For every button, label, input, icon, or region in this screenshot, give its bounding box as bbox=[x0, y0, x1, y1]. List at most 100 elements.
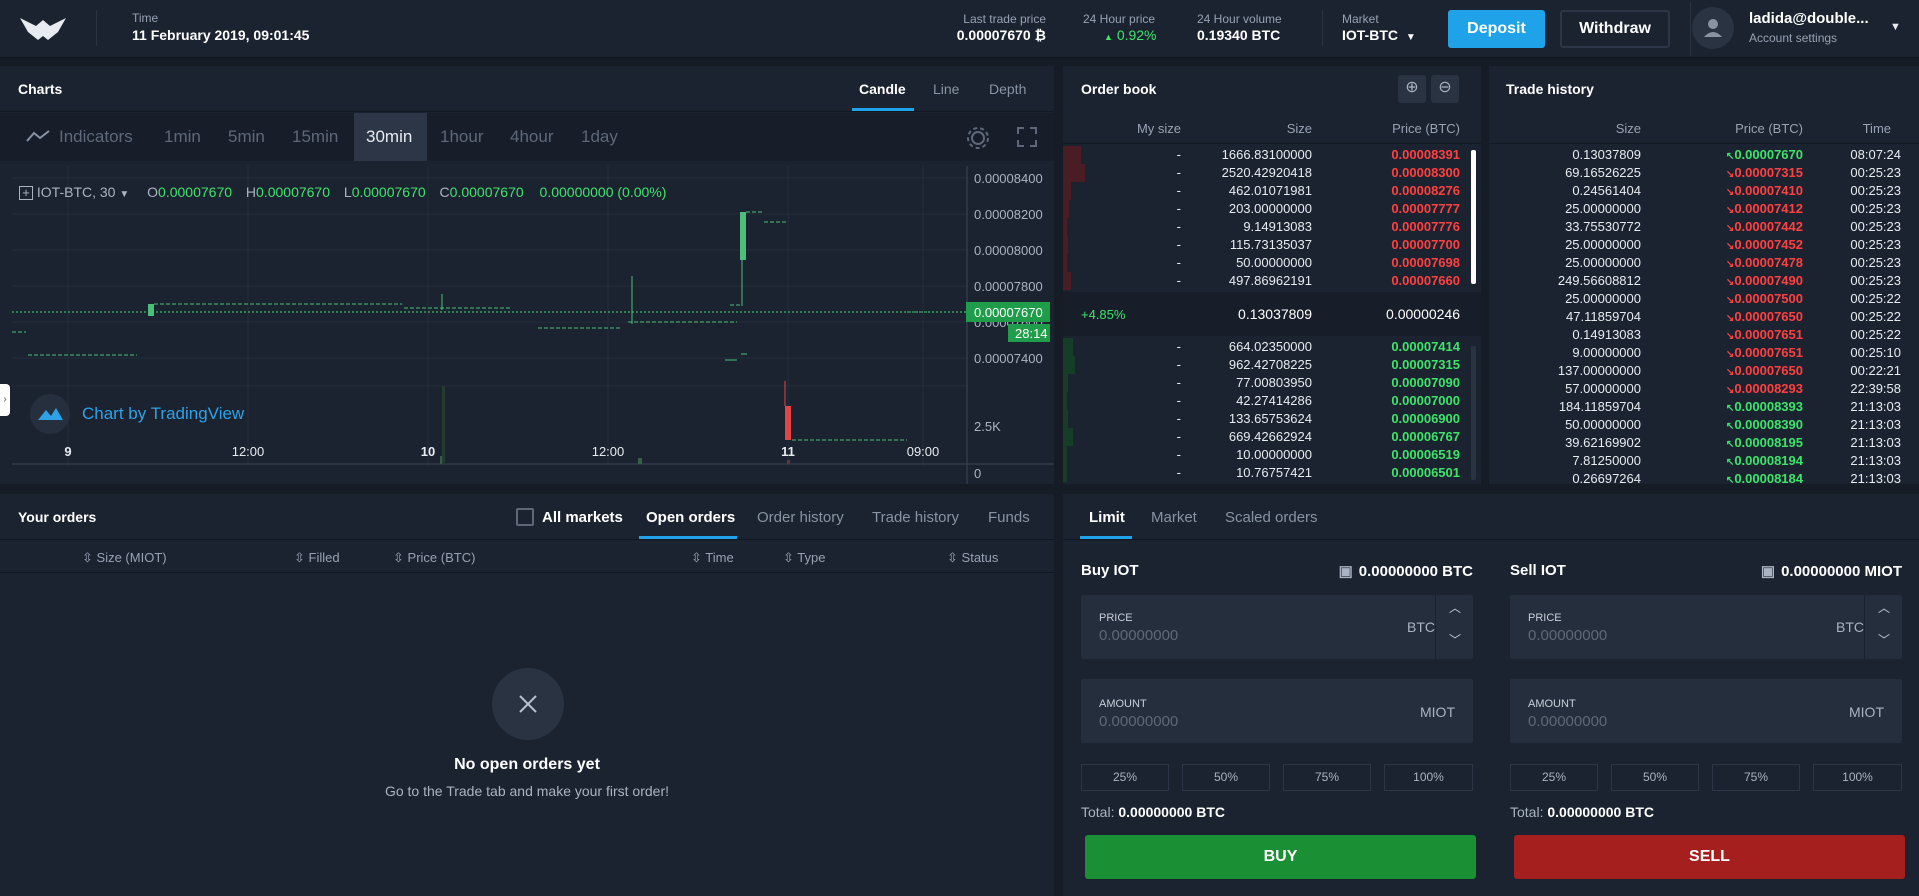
size-cell: 42.27414286 bbox=[1236, 393, 1312, 408]
tab-candle[interactable]: Candle bbox=[859, 81, 906, 97]
orderbook-row[interactable]: - 1666.83100000 0.00008391 bbox=[1063, 146, 1481, 164]
orderbook-row[interactable]: - 2520.42920418 0.00008300 bbox=[1063, 164, 1481, 182]
user-email[interactable]: ladida@double... bbox=[1749, 10, 1879, 27]
chevron-down-icon[interactable]: ﹀ bbox=[1436, 631, 1474, 648]
orderbook-row[interactable]: - 10.00000000 0.00006519 bbox=[1063, 446, 1481, 464]
interval-1min[interactable]: 1min bbox=[164, 127, 201, 147]
zoom-in-icon[interactable]: ⊕ bbox=[1398, 75, 1426, 103]
market-select[interactable]: IOT-BTC ▼ bbox=[1342, 27, 1416, 43]
buy-pct-75[interactable]: 75% bbox=[1283, 764, 1371, 791]
tab-market[interactable]: Market bbox=[1151, 509, 1197, 526]
col-filled-sort[interactable]: ⇳ Filled bbox=[294, 550, 340, 566]
buy-amount-placeholder[interactable]: 0.00000000 bbox=[1099, 713, 1178, 730]
sell-pct-75[interactable]: 75% bbox=[1712, 764, 1800, 791]
scrollbar[interactable] bbox=[1471, 346, 1476, 480]
empty-state-subtitle: Go to the Trade tab and make your first … bbox=[384, 783, 670, 799]
tab-open-orders[interactable]: Open orders bbox=[646, 509, 735, 526]
sell-pct-25[interactable]: 25% bbox=[1510, 764, 1598, 791]
interval-5min[interactable]: 5min bbox=[228, 127, 265, 147]
tab-order-history[interactable]: Order history bbox=[757, 509, 844, 526]
tab-scaled-orders[interactable]: Scaled orders bbox=[1225, 509, 1318, 526]
account-settings-link[interactable]: Account settings bbox=[1749, 31, 1837, 45]
tradingview-logo[interactable] bbox=[30, 394, 70, 434]
legend-symbol[interactable]: IOT-BTC, 30 bbox=[37, 184, 116, 200]
depth-bar bbox=[1063, 254, 1068, 272]
orderbook-row[interactable]: - 42.27414286 0.00007000 bbox=[1063, 392, 1481, 410]
tradingview-link[interactable]: Chart by TradingView bbox=[82, 404, 244, 424]
tab-depth[interactable]: Depth bbox=[989, 81, 1026, 97]
sell-pct-50[interactable]: 50% bbox=[1611, 764, 1699, 791]
orderbook-row[interactable]: - 77.00803950 0.00007090 bbox=[1063, 374, 1481, 392]
chevron-up-icon[interactable]: ︿ bbox=[1865, 599, 1903, 616]
tab-trade-history[interactable]: Trade history bbox=[872, 509, 959, 526]
interval-15min[interactable]: 15min bbox=[292, 127, 338, 147]
close-icon bbox=[519, 695, 537, 713]
indicators-button[interactable]: Indicators bbox=[59, 127, 133, 147]
withdraw-button[interactable]: Withdraw bbox=[1560, 10, 1670, 48]
price-cell: 0.00006900 bbox=[1391, 411, 1460, 426]
orderbook-row[interactable]: - 497.86962191 0.00007660 bbox=[1063, 272, 1481, 290]
fullscreen-icon[interactable] bbox=[1016, 126, 1038, 148]
account-caret-icon[interactable]: ▼ bbox=[1890, 21, 1901, 33]
sell-pct-100[interactable]: 100% bbox=[1813, 764, 1902, 791]
orderbook-row[interactable]: - 462.01071981 0.00008276 bbox=[1063, 182, 1481, 200]
buy-pct-50[interactable]: 50% bbox=[1182, 764, 1270, 791]
interval-4hour[interactable]: 4hour bbox=[510, 127, 553, 147]
avatar[interactable] bbox=[1692, 7, 1734, 49]
tab-limit[interactable]: Limit bbox=[1089, 509, 1125, 526]
buy-pct-100[interactable]: 100% bbox=[1384, 764, 1473, 791]
orderbook-row[interactable]: - 664.02350000 0.00007414 bbox=[1063, 338, 1481, 356]
zoom-out-icon[interactable]: ⊖ bbox=[1431, 75, 1459, 103]
add-symbol-icon[interactable]: + bbox=[19, 186, 33, 200]
buy-amount-field[interactable]: AMOUNT 0.00000000 MIOT bbox=[1081, 679, 1473, 743]
price-chart[interactable]: 0.00008400 0.00008200 0.00008000 0.00007800… bbox=[12, 166, 1054, 484]
col-status-sort[interactable]: ⇳ Status bbox=[947, 550, 998, 566]
interval-30min[interactable]: 30min bbox=[366, 127, 412, 147]
interval-1day[interactable]: 1day bbox=[581, 127, 618, 147]
sell-total: Total: 0.00000000 BTC bbox=[1510, 804, 1654, 820]
orderbook-row[interactable]: - 115.73135037 0.00007700 bbox=[1063, 236, 1481, 254]
buy-price-placeholder[interactable]: 0.00000000 bbox=[1099, 627, 1178, 644]
sell-amount-field[interactable]: AMOUNT 0.00000000 MIOT bbox=[1510, 679, 1902, 743]
orderbook-row[interactable]: - 10.76757421 0.00006501 bbox=[1063, 464, 1481, 482]
trade-price: ↘0.00007412 bbox=[1726, 201, 1803, 216]
buy-button[interactable]: BUY bbox=[1085, 835, 1476, 879]
sell-button[interactable]: SELL bbox=[1514, 835, 1905, 879]
sell-price-stepper[interactable]: ︿ ﹀ bbox=[1864, 595, 1902, 659]
col-time-sort[interactable]: ⇳ Time bbox=[691, 550, 734, 566]
trade-row: 25.00000000 ↘0.00007412 00:25:23 bbox=[1489, 200, 1919, 218]
scrollbar[interactable] bbox=[1471, 150, 1476, 284]
all-markets-label[interactable]: All markets bbox=[542, 509, 623, 526]
orderbook-row[interactable]: - 9.14913083 0.00007776 bbox=[1063, 218, 1481, 236]
chevron-up-icon[interactable]: ︿ bbox=[1436, 599, 1474, 616]
buy-price-stepper[interactable]: ︿ ﹀ bbox=[1435, 595, 1473, 659]
candle bbox=[740, 212, 746, 260]
orderbook-row[interactable]: - 203.00000000 0.00007777 bbox=[1063, 200, 1481, 218]
sell-price-placeholder[interactable]: 0.00000000 bbox=[1528, 627, 1607, 644]
logo-icon[interactable] bbox=[18, 16, 68, 42]
orderbook-row[interactable]: - 50.00000000 0.00007698 bbox=[1063, 254, 1481, 272]
buy-price-field[interactable]: PRICE 0.00000000 BTC ︿ ﹀ bbox=[1081, 595, 1473, 659]
orderbook-row[interactable]: - 669.42662924 0.00006767 bbox=[1063, 428, 1481, 446]
size-cell: 2520.42920418 bbox=[1221, 165, 1312, 180]
orders-panel: Your orders All markets Open orders Orde… bbox=[0, 494, 1054, 896]
gear-icon[interactable] bbox=[965, 125, 991, 151]
sell-amount-placeholder[interactable]: 0.00000000 bbox=[1528, 713, 1607, 730]
chart-side-toggle[interactable]: › bbox=[0, 384, 10, 416]
caret-down-icon[interactable]: ▼ bbox=[119, 189, 129, 200]
orderbook-row[interactable]: - 133.65753624 0.00006900 bbox=[1063, 410, 1481, 428]
col-size-sort[interactable]: ⇳ Size (MIOT) bbox=[82, 550, 167, 566]
col-type-sort[interactable]: ⇳ Type bbox=[783, 550, 825, 566]
col-price-sort[interactable]: ⇳ Price (BTC) bbox=[393, 550, 475, 566]
chevron-down-icon[interactable]: ﹀ bbox=[1865, 631, 1903, 648]
tab-line[interactable]: Line bbox=[933, 81, 959, 97]
my-size-cell: - bbox=[1176, 165, 1181, 180]
all-markets-checkbox[interactable] bbox=[516, 508, 534, 526]
buy-pct-25[interactable]: 25% bbox=[1081, 764, 1169, 791]
tab-funds[interactable]: Funds bbox=[988, 509, 1030, 526]
sell-price-field[interactable]: PRICE 0.00000000 BTC ︿ ﹀ bbox=[1510, 595, 1902, 659]
orderbook-row[interactable]: - 962.42708225 0.00007315 bbox=[1063, 356, 1481, 374]
deposit-button[interactable]: Deposit bbox=[1448, 10, 1545, 48]
interval-1hour[interactable]: 1hour bbox=[440, 127, 483, 147]
sell-total-value: 0.00000000 BTC bbox=[1547, 804, 1654, 820]
